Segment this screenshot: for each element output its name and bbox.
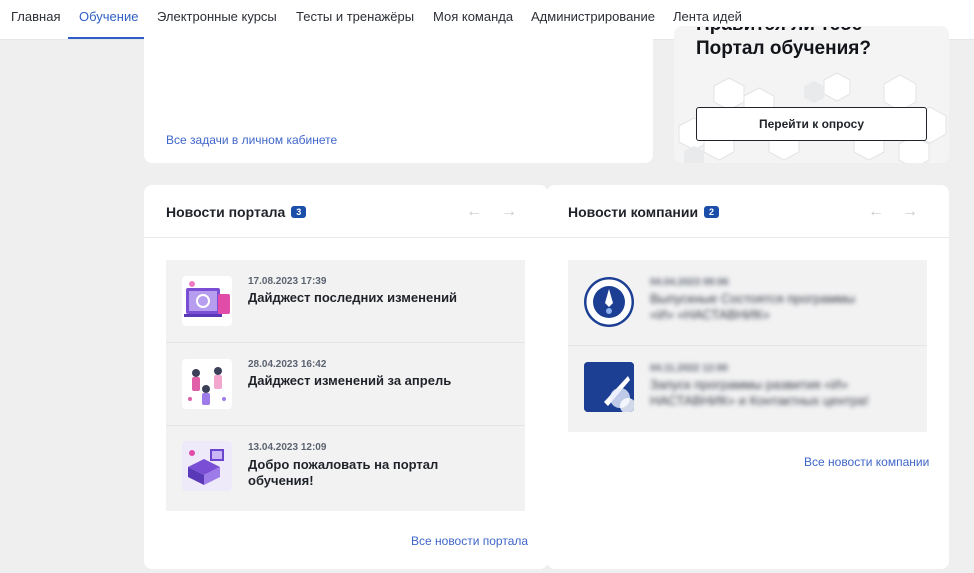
all-tasks-link[interactable]: Все задачи в личном кабинете: [166, 133, 337, 147]
team-illustration-icon: [182, 359, 232, 409]
all-portal-news-link[interactable]: Все новости портала: [411, 534, 528, 548]
portal-news-title-text: Новости портала: [166, 204, 286, 220]
company-news-card: Новости компании 2 ← → 04.04.2023 09:06 В…: [547, 185, 949, 569]
news-date: 04.11.2022 12:00: [650, 363, 728, 374]
company-news-count-badge: 2: [704, 206, 720, 218]
survey-title-line1: Нравится ли тебе: [696, 27, 862, 35]
portal-news-count-badge: 3: [291, 206, 307, 218]
rocket-poster-icon: [584, 362, 634, 412]
go-to-survey-button[interactable]: Перейти к опросу: [696, 107, 927, 141]
news-title[interactable]: Дайджест изменений за апрель: [248, 373, 468, 389]
portal-news-list: 17.08.2023 17:39 Дайджест последних изме…: [166, 260, 525, 511]
arrow-right-icon[interactable]: →: [900, 202, 920, 222]
portal-news-card: Новости портала 3 ← → 17.08.2023 17:39 Да…: [144, 185, 548, 569]
news-title[interactable]: Выпускные Состоятся программы «И» «НАСТА…: [650, 291, 870, 323]
survey-title-line2: Портал обучения?: [696, 38, 871, 59]
company-news-title: Новости компании 2: [568, 204, 720, 220]
portal-news-header: Новости портала 3 ← →: [144, 185, 548, 238]
nav-item-home[interactable]: Главная: [11, 0, 60, 40]
list-item[interactable]: 04.11.2022 12:00 Запуск программы развит…: [568, 346, 927, 432]
company-news-title-text: Новости компании: [568, 204, 699, 220]
news-date: 13.04.2023 12:09: [248, 442, 327, 453]
list-item[interactable]: 13.04.2023 12:09 Добро пожаловать на пор…: [166, 426, 525, 511]
portal-news-title: Новости портала 3: [166, 204, 307, 220]
company-news-header: Новости компании 2 ← →: [547, 185, 949, 238]
arrow-right-icon[interactable]: →: [499, 202, 519, 222]
list-item[interactable]: 17.08.2023 17:39 Дайджест последних изме…: [166, 260, 525, 343]
arrow-left-icon[interactable]: ←: [464, 202, 484, 222]
list-item[interactable]: 28.04.2023 16:42 Дайджест изменений за а…: [166, 343, 525, 426]
welcome-illustration-icon: [182, 441, 232, 491]
active-tab-indicator: [68, 37, 147, 39]
news-date: 17.08.2023 17:39: [248, 276, 327, 287]
survey-title: Нравится ли тебе Портал обучения?: [696, 27, 871, 61]
news-title[interactable]: Добро пожаловать на портал обучения!: [248, 457, 468, 489]
digest-illustration-icon: [182, 276, 232, 326]
list-item[interactable]: 04.04.2023 09:06 Выпускные Состоятся про…: [568, 260, 927, 346]
news-date: 04.04.2023 09:06: [650, 277, 729, 288]
news-title[interactable]: Запуск программы развития «И» НАСТАВНИК»…: [650, 377, 870, 409]
all-company-news-link[interactable]: Все новости компании: [804, 455, 929, 469]
survey-card: Нравится ли тебе Портал обучения? Перейт…: [674, 26, 949, 163]
news-title[interactable]: Дайджест последних изменений: [248, 290, 468, 306]
nav-item-learning[interactable]: Обучение: [79, 0, 138, 40]
arrow-left-icon[interactable]: ←: [866, 202, 886, 222]
news-date: 28.04.2023 16:42: [248, 359, 327, 370]
tasks-card: Все задачи в личном кабинете: [144, 26, 653, 163]
company-news-list: 04.04.2023 09:06 Выпускные Состоятся про…: [568, 260, 927, 432]
rocket-emblem-icon: [584, 277, 634, 327]
